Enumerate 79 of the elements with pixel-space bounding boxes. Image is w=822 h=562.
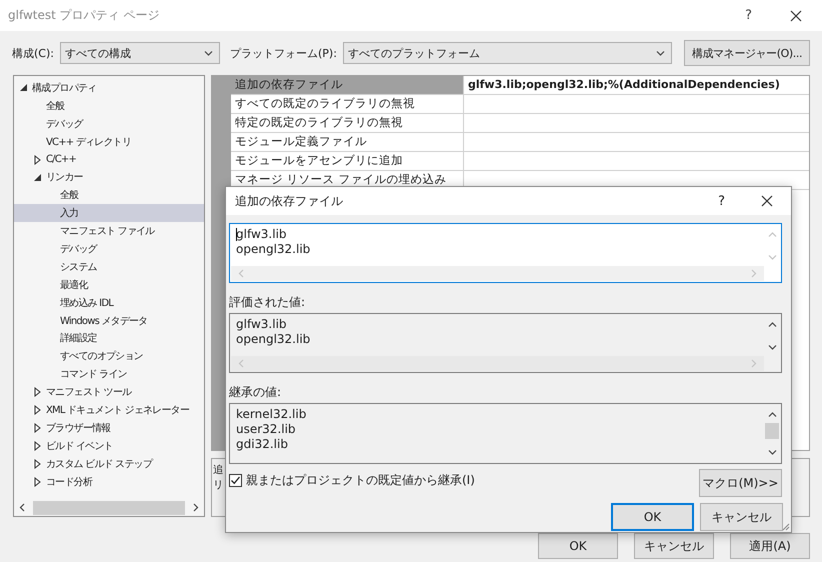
tree-item[interactable]: ブラウザー情報: [14, 418, 204, 437]
scroll-down-icon[interactable]: [768, 448, 776, 457]
tree-item[interactable]: 埋め込み IDL: [14, 294, 204, 312]
dropdown-caret-icon[interactable]: [204, 48, 213, 58]
text-line: kernel32.lib: [236, 407, 306, 422]
configuration-manager-button[interactable]: 構成マネージャー(O)...: [684, 40, 810, 66]
tree-item[interactable]: Windows メタデータ: [14, 312, 204, 330]
property-value-cell[interactable]: glfw3.lib;opengl32.lib;%(AdditionalDependencies): [464, 76, 809, 94]
inherited-label: 継承の値:: [229, 385, 282, 399]
window-title: glfwtest プロパティ ページ: [8, 7, 160, 24]
collapsed-arrow-icon[interactable]: [34, 404, 41, 415]
expanded-arrow-icon[interactable]: [20, 84, 27, 92]
collapsed-arrow-icon[interactable]: [34, 387, 41, 398]
platform-dropdown[interactable]: すべてのプラットフォーム: [342, 42, 672, 64]
inherit-checkbox[interactable]: [229, 474, 242, 487]
scroll-left-icon[interactable]: [18, 503, 27, 512]
cancel-button[interactable]: キャンセル: [700, 503, 783, 531]
scrollbar-thumb[interactable]: [765, 423, 779, 439]
tree-item[interactable]: 入力: [14, 204, 204, 222]
text-line: glfw3.lib: [236, 227, 287, 242]
tree-item[interactable]: リンカー: [14, 168, 204, 186]
tree-item[interactable]: カスタム ビルド ステップ: [14, 454, 204, 473]
text-line: gdi32.lib: [236, 437, 288, 452]
macro-button[interactable]: マクロ(M)>>: [699, 469, 782, 497]
scrollbar-thumb[interactable]: [33, 500, 185, 514]
collapsed-arrow-icon[interactable]: [34, 422, 41, 433]
description-text: リ: [213, 478, 224, 493]
property-name-cell[interactable]: 追加の依存ファイル: [231, 76, 464, 94]
tree-item[interactable]: デバッグ: [14, 114, 204, 133]
tree-item[interactable]: 構成プロパティ: [14, 79, 204, 97]
tree-item[interactable]: ビルド イベント: [14, 436, 204, 455]
tree-item[interactable]: システム: [14, 258, 204, 276]
dialog-button[interactable]: OK: [538, 533, 618, 559]
help-button[interactable]: ?: [718, 194, 725, 208]
collapsed-arrow-icon[interactable]: [34, 440, 41, 451]
configuration-label: 構成(C):: [12, 46, 54, 60]
collapsed-arrow-icon[interactable]: [34, 476, 41, 487]
tree-item[interactable]: VC++ ディレクトリ: [14, 132, 204, 151]
property-name-cell[interactable]: すべての既定のライブラリの無視: [231, 95, 464, 113]
tree-item[interactable]: コード分析: [14, 472, 204, 490]
collapsed-arrow-icon[interactable]: [34, 458, 41, 469]
resize-grip-icon[interactable]: [780, 521, 790, 531]
text-line: glfw3.lib: [236, 317, 287, 332]
tree-item[interactable]: デバッグ: [14, 240, 204, 258]
tree-item[interactable]: マニフェスト ファイル: [14, 222, 204, 240]
close-icon[interactable]: [761, 195, 773, 207]
tree-item[interactable]: すべてのオプション: [14, 347, 204, 366]
property-name-cell[interactable]: 特定の既定のライブラリの無視: [231, 114, 464, 132]
dialog-button[interactable]: 適用(A): [730, 533, 810, 559]
tree-item[interactable]: 全般: [14, 186, 204, 204]
text-line: user32.lib: [236, 422, 296, 437]
scroll-right-icon[interactable]: [191, 503, 200, 512]
tree-item[interactable]: マニフェスト ツール: [14, 383, 204, 402]
scroll-down-icon[interactable]: [768, 343, 776, 352]
help-button[interactable]: ?: [745, 8, 752, 23]
evaluated-label: 評価された値:: [229, 295, 306, 309]
collapsed-arrow-icon[interactable]: [34, 154, 41, 164]
property-name-cell[interactable]: モジュールをアセンブリに追加: [231, 152, 464, 170]
tree-item[interactable]: 全般: [14, 96, 204, 115]
ok-button[interactable]: OK: [611, 503, 694, 531]
tree-item[interactable]: C/C++: [14, 150, 204, 168]
dropdown-caret-icon[interactable]: [656, 48, 665, 58]
configuration-dropdown[interactable]: すべての構成: [60, 42, 220, 64]
scroll-up-icon[interactable]: [768, 410, 776, 419]
expanded-arrow-icon[interactable]: [34, 174, 41, 181]
checkbox-label[interactable]: 親またはプロジェクトの既定値から継承(I): [246, 472, 475, 489]
property-name-cell[interactable]: モジュール定義ファイル: [231, 133, 464, 151]
tree-item[interactable]: コマンド ライン: [14, 365, 204, 384]
description-text: 追: [213, 463, 224, 478]
tree-item[interactable]: 詳細設定: [14, 329, 204, 348]
text-line: opengl32.lib: [236, 332, 310, 347]
tree-item[interactable]: XML ドキュメント ジェネレーター: [14, 401, 204, 419]
dialog-button[interactable]: キャンセル: [634, 533, 714, 559]
platform-label: プラットフォーム(P):: [230, 46, 337, 60]
text-line: opengl32.lib: [236, 242, 310, 257]
close-icon[interactable]: [790, 10, 802, 22]
dialog-title: 追加の依存ファイル: [235, 192, 344, 210]
scroll-up-icon[interactable]: [768, 320, 776, 329]
tree-item[interactable]: 最適化: [14, 276, 204, 294]
